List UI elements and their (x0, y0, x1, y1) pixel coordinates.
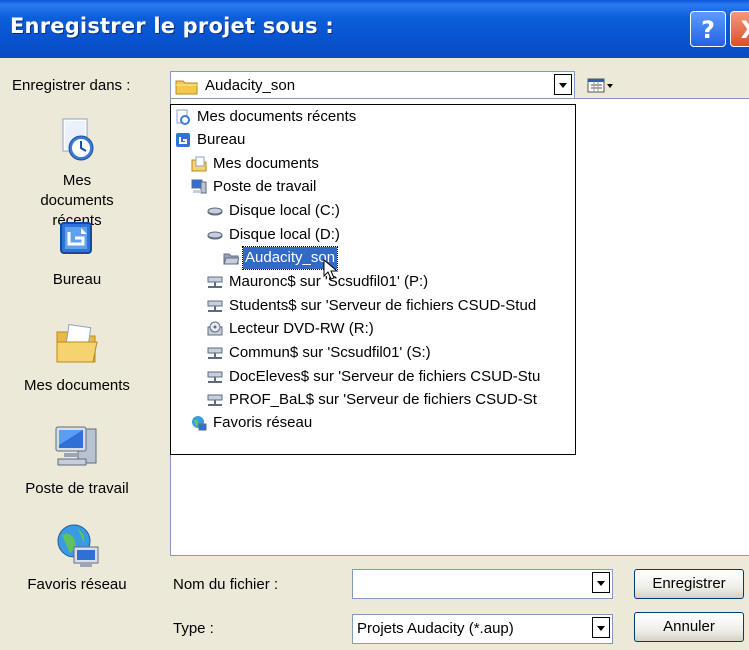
place-my-documents[interactable]: Mes documents (0, 322, 154, 396)
my-computer-icon (55, 426, 97, 466)
network-drive-icon (207, 300, 223, 312)
recent-documents-icon (62, 118, 94, 161)
type-select[interactable]: Projets Audacity (*.aup) (352, 614, 613, 644)
chevron-down-icon[interactable] (554, 74, 572, 95)
save-in-combo[interactable]: Audacity_son (170, 71, 575, 100)
folder-icon (175, 80, 198, 95)
help-button[interactable]: ? (690, 11, 726, 47)
chevron-down-icon[interactable] (592, 572, 610, 593)
list-item-label: Mes documents (213, 155, 319, 172)
close-button[interactable]: X (730, 11, 749, 47)
desktop-icon (176, 133, 190, 147)
my-documents-icon (56, 324, 98, 363)
my-documents-icon (191, 156, 207, 172)
list-item-label: DocEleves$ sur 'Serveur de fichiers CSUD… (229, 368, 541, 385)
close-icon: X (741, 16, 749, 44)
list-item-label: Mes documents récents (197, 108, 357, 125)
save-in-dropdown-list: Mes documents récents Bureau Mes documen… (170, 104, 576, 455)
network-drive-icon (207, 394, 223, 406)
view-menu-icon (587, 78, 613, 93)
desktop-icon (60, 222, 92, 254)
list-item-label: Poste de travail (213, 178, 317, 195)
hard-drive-icon (207, 231, 223, 240)
place-label: Favoris réseau (27, 576, 127, 593)
network-drive-icon (207, 371, 223, 383)
place-label: Poste de travail (25, 480, 129, 497)
save-in-value: Audacity_son (205, 77, 296, 94)
list-item-label: Commun$ sur 'Scsudfil01' (S:) (229, 344, 431, 361)
network-drive-icon (207, 276, 223, 288)
place-recent-documents[interactable]: Mes documents récents (0, 115, 154, 231)
place-desktop[interactable]: Bureau (0, 220, 154, 290)
type-value: Projets Audacity (*.aup) (357, 620, 514, 637)
network-drive-icon (207, 347, 223, 359)
hard-drive-icon (207, 207, 223, 216)
my-computer-icon (191, 179, 207, 194)
places-bar: Mes documents récents Bureau Mes documen… (0, 95, 154, 615)
list-item-label: Students$ sur 'Serveur de fichiers CSUD-… (229, 297, 537, 314)
place-my-computer[interactable]: Poste de travail (0, 423, 154, 499)
chevron-down-icon[interactable] (592, 617, 610, 638)
list-item-label: Bureau (197, 131, 246, 148)
folder-open-icon (223, 253, 239, 265)
network-places-icon (192, 416, 207, 431)
place-network[interactable]: Favoris réseau (0, 523, 154, 595)
list-item-label: Disque local (D:) (229, 226, 340, 243)
type-label: Type : (173, 620, 214, 637)
list-item-label: Favoris réseau (213, 414, 313, 431)
filename-input[interactable] (352, 569, 613, 599)
place-label: Mes documents (24, 377, 130, 394)
recent-documents-icon (176, 109, 190, 125)
cancel-button[interactable]: Annuler (634, 612, 744, 642)
list-item-label: Lecteur DVD-RW (R:) (229, 320, 374, 337)
window-title: Enregistrer le projet sous : (10, 14, 334, 38)
dvd-drive-icon (207, 321, 223, 336)
network-places-icon (57, 524, 99, 567)
mouse-cursor-icon (323, 259, 339, 280)
place-label: Bureau (52, 271, 102, 288)
list-item-label: PROF_BaL$ sur 'Serveur de fichiers CSUD-… (229, 391, 537, 408)
title-bar: Enregistrer le projet sous : ? X (0, 0, 749, 58)
filename-label: Nom du fichier : (173, 576, 279, 593)
list-item-label: Disque local (C:) (229, 202, 340, 219)
help-icon: ? (701, 16, 715, 44)
view-menu-button[interactable] (585, 74, 615, 98)
save-in-label: Enregistrer dans : (12, 77, 131, 94)
save-button[interactable]: Enregistrer (634, 569, 744, 599)
